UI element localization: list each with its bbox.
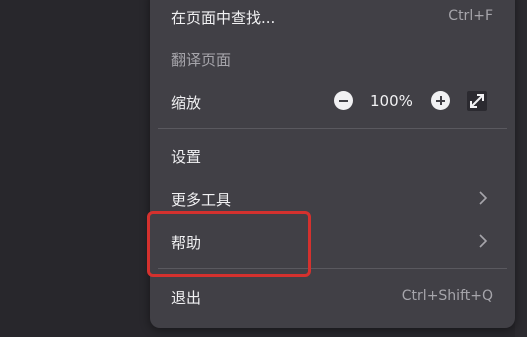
browser-menu: 在页面中查找... Ctrl+F 翻译页面 缩放 100% 设置 更多工具 帮助: [150, 0, 515, 328]
menu-item-find-shortcut: Ctrl+F: [448, 8, 493, 24]
menu-item-help-label: 帮助: [171, 234, 202, 252]
scroll-gutter: [515, 0, 527, 337]
menu-item-settings-label: 设置: [171, 148, 202, 166]
menu-item-help[interactable]: 帮助: [150, 221, 515, 261]
menu-item-find[interactable]: 在页面中查找... Ctrl+F: [150, 0, 515, 36]
chevron-right-icon: [479, 234, 488, 248]
zoom-value: 100%: [370, 92, 413, 110]
menu-item-zoom-label: 缩放: [171, 94, 202, 112]
menu-item-quit[interactable]: 退出 Ctrl+Shift+Q: [150, 276, 515, 316]
menu-item-quit-shortcut: Ctrl+Shift+Q: [401, 288, 493, 304]
chevron-right-icon: [479, 191, 488, 205]
menu-item-find-label: 在页面中查找...: [171, 9, 276, 27]
menu-item-translate-label: 翻译页面: [171, 51, 232, 69]
menu-separator: [158, 128, 507, 129]
zoom-in-icon[interactable]: [431, 91, 450, 110]
menu-item-more-tools[interactable]: 更多工具: [150, 178, 515, 218]
menu-item-quit-label: 退出: [171, 289, 202, 307]
menu-separator: [158, 268, 507, 269]
menu-item-translate: 翻译页面: [150, 38, 515, 78]
menu-item-zoom: 缩放 100%: [150, 81, 515, 121]
zoom-out-icon[interactable]: [334, 91, 353, 110]
menu-item-settings[interactable]: 设置: [150, 135, 515, 175]
fullscreen-icon[interactable]: [467, 91, 487, 111]
menu-item-more-tools-label: 更多工具: [171, 191, 232, 209]
